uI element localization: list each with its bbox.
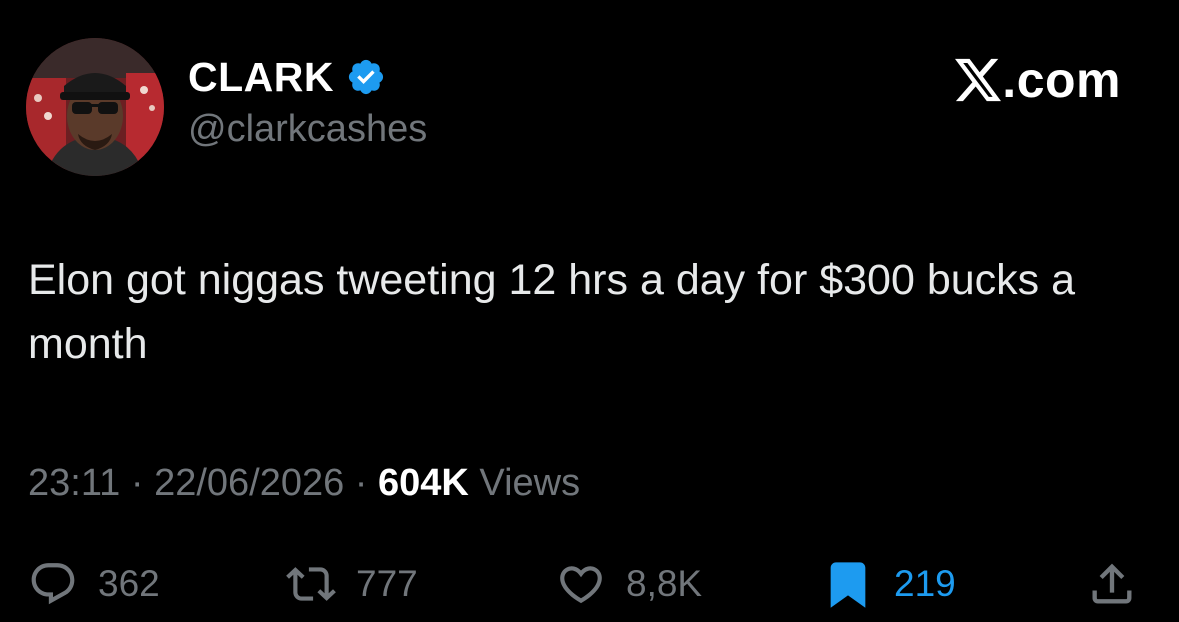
retweet-button[interactable]: 777 (286, 558, 418, 610)
brand-watermark: .com (955, 51, 1121, 109)
views-count: 604K (378, 462, 469, 504)
avatar-photo (26, 38, 164, 176)
retweet-icon (286, 559, 336, 609)
like-button[interactable]: 8,8K (556, 558, 702, 610)
author-handle[interactable]: @clarkcashes (188, 108, 427, 151)
tweet-meta: 23:11 · 22/06/2026 · 604K Views (28, 462, 580, 505)
author-name-row[interactable]: CLARK (188, 53, 386, 101)
views-label: Views (468, 462, 581, 504)
retweet-count: 777 (356, 563, 418, 604)
tweet-date[interactable]: 22/06/2026 (154, 462, 344, 504)
tweet-time[interactable]: 23:11 (28, 462, 120, 504)
meta-separator: · (344, 462, 379, 504)
bookmark-icon (822, 558, 874, 610)
reply-count: 362 (98, 563, 160, 604)
bookmark-count: 219 (894, 563, 956, 604)
like-count: 8,8K (626, 563, 703, 604)
tweet-text: Elon got niggas tweeting 12 hrs a day fo… (28, 256, 1076, 368)
share-button[interactable] (1086, 558, 1138, 610)
share-icon (1086, 558, 1138, 610)
meta-separator: · (120, 462, 155, 504)
x-logo-icon (955, 58, 1002, 102)
brand-suffix: .com (1002, 52, 1121, 108)
bookmark-button[interactable]: 219 (822, 558, 956, 610)
reply-button[interactable]: 362 (28, 558, 160, 610)
avatar[interactable] (26, 38, 164, 176)
reply-icon (28, 559, 78, 609)
action-bar: 362 777 8,8K 219 (0, 558, 1179, 610)
display-name[interactable]: CLARK (188, 54, 334, 101)
verified-badge-icon (346, 57, 386, 97)
heart-icon (556, 559, 606, 609)
